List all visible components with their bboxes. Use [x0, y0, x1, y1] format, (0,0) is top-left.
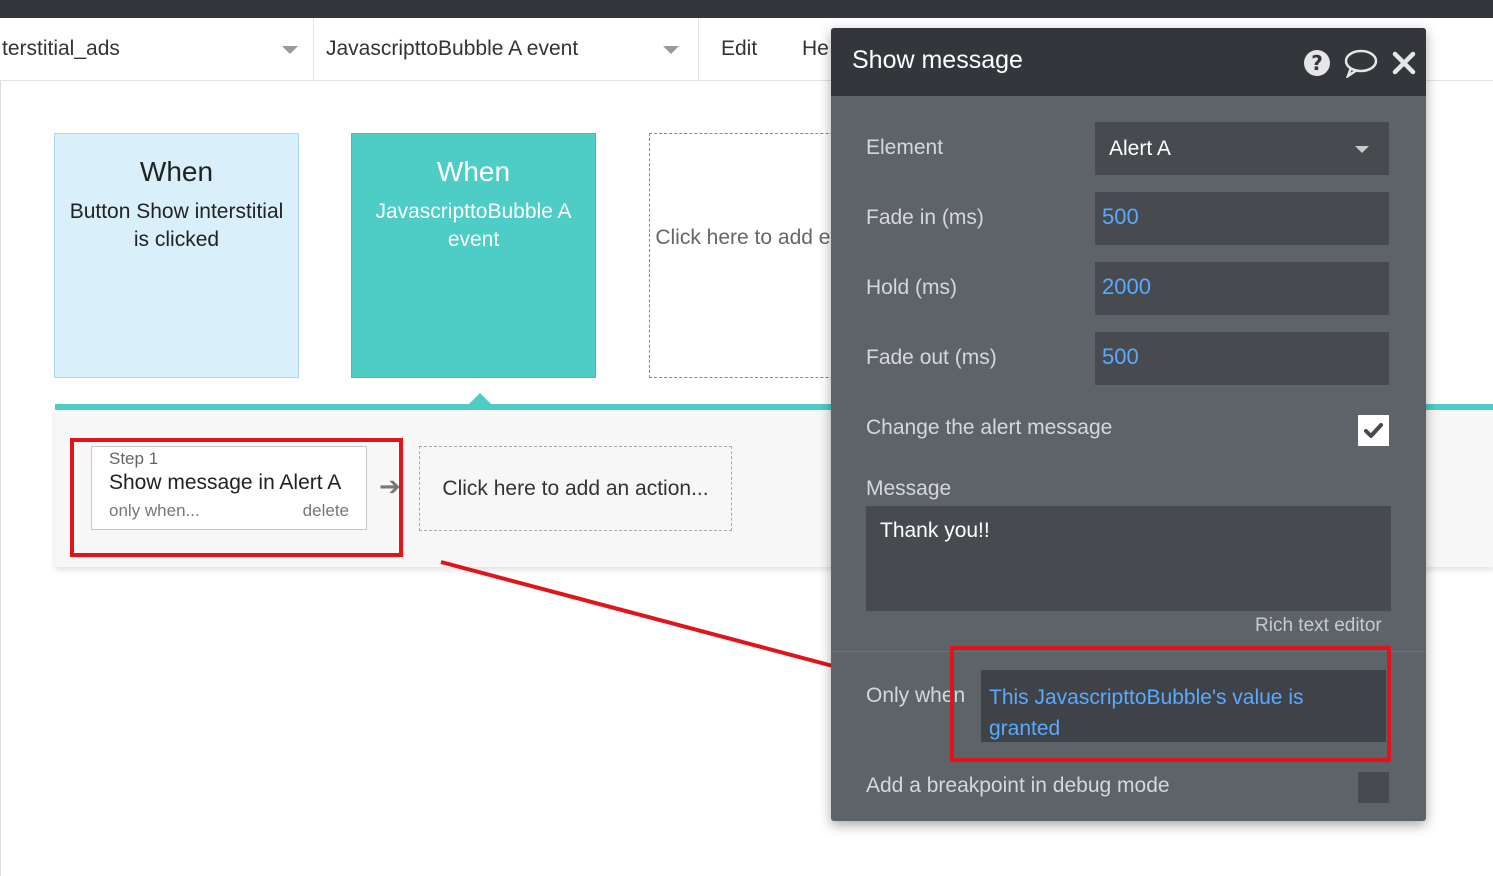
fade-out-value: 500 — [1102, 344, 1139, 369]
toolbar-divider — [698, 18, 699, 80]
event-dropdown-value: JavascripttoBubble A event — [326, 37, 579, 60]
element-select[interactable]: Alert A — [1095, 122, 1389, 175]
checkmark-icon — [1364, 423, 1383, 438]
breakpoint-label: Add a breakpoint in debug mode — [866, 774, 1170, 797]
event-dropdown[interactable]: JavascripttoBubble A event — [326, 18, 686, 80]
page-dropdown[interactable]: terstitial_ads — [2, 18, 302, 80]
breakpoint-checkbox[interactable] — [1358, 772, 1389, 803]
element-label: Element — [866, 136, 944, 159]
fade-in-label: Fade in (ms) — [866, 206, 984, 229]
svg-text:?: ? — [1311, 51, 1323, 75]
change-message-checkbox[interactable] — [1358, 415, 1389, 446]
page-dropdown-value: terstitial_ads — [2, 37, 120, 60]
top-app-bar — [0, 0, 1493, 18]
hold-field[interactable]: 2000 — [1095, 262, 1389, 315]
fade-in-field[interactable]: 500 — [1095, 192, 1389, 245]
event-card-javascript-event[interactable]: When JavascripttoBubble A event — [351, 133, 596, 378]
menu-help[interactable]: He — [802, 18, 829, 80]
fade-out-label: Fade out (ms) — [866, 346, 997, 369]
close-icon[interactable] — [1391, 48, 1417, 78]
hold-value: 2000 — [1102, 274, 1151, 299]
element-select-value: Alert A — [1109, 137, 1171, 160]
rich-text-editor-link[interactable]: Rich text editor — [1255, 615, 1382, 637]
fade-out-field[interactable]: 500 — [1095, 332, 1389, 385]
menu-edit[interactable]: Edit — [721, 18, 757, 80]
add-action-button[interactable]: Click here to add an action... — [419, 446, 732, 531]
message-value: Thank you!! — [880, 519, 990, 542]
event-description: JavascripttoBubble A event — [375, 200, 572, 251]
fade-in-value: 500 — [1102, 204, 1139, 229]
dialog-title: Show message — [852, 46, 1023, 74]
message-textarea[interactable]: Thank you!! — [866, 506, 1391, 611]
event-when-label: When — [436, 156, 511, 187]
chevron-down-icon — [663, 46, 679, 54]
change-message-label: Change the alert message — [866, 416, 1113, 439]
annotation-highlight-step — [70, 438, 403, 557]
canvas-border — [0, 81, 1, 876]
chevron-down-icon — [1355, 146, 1369, 153]
event-description: Button Show interstitial is clicked — [69, 200, 284, 251]
message-label: Message — [866, 477, 952, 500]
event-card-button-click[interactable]: When Button Show interstitial is clicked — [54, 133, 299, 378]
annotation-highlight-condition — [950, 646, 1391, 762]
dialog-header: Show message ? — [831, 28, 1426, 96]
question-circle-icon[interactable]: ? — [1302, 48, 1332, 78]
chevron-down-icon — [282, 46, 298, 54]
event-when-label: When — [139, 156, 214, 187]
speech-bubble-icon[interactable] — [1344, 48, 1378, 78]
add-action-label: Click here to add an action... — [442, 476, 709, 500]
hold-label: Hold (ms) — [866, 276, 958, 299]
toolbar-divider — [313, 18, 314, 80]
